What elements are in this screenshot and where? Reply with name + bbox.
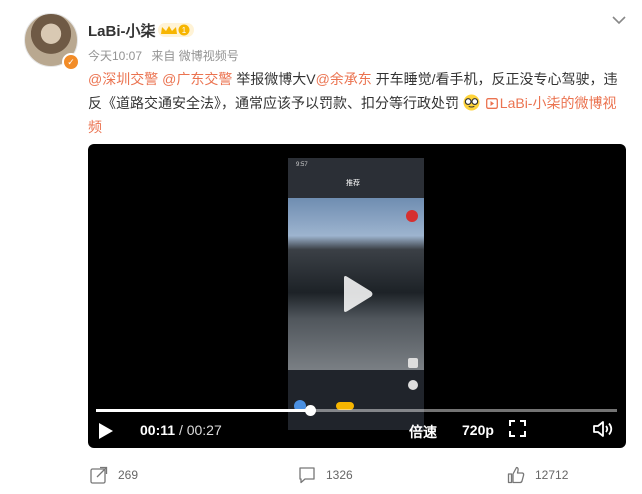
play-icon[interactable] <box>98 422 114 440</box>
progress-bar[interactable] <box>96 405 617 416</box>
post-time[interactable]: 今天10:07 <box>88 49 142 63</box>
thumbs-up-icon <box>507 466 525 484</box>
mention-link[interactable]: @余承东 <box>316 71 372 87</box>
verified-badge-icon: ✓ <box>62 53 80 71</box>
current-time: 00:11 <box>140 422 176 438</box>
quality-button[interactable]: 720p <box>462 422 494 438</box>
comment-icon <box>408 380 418 390</box>
comment-icon <box>299 467 315 484</box>
post-meta: 今天10:07 来自 微博视频号 <box>88 47 245 64</box>
share-button[interactable]: 269 <box>90 466 138 484</box>
phone-time: 9:57 <box>296 162 308 168</box>
share-icon <box>90 466 108 484</box>
comment-button[interactable]: 1326 <box>298 466 353 484</box>
like-count: 12712 <box>535 468 569 482</box>
progress-knob[interactable] <box>304 405 316 416</box>
speed-button[interactable]: 倍速 <box>409 422 437 442</box>
phone-tab: 推荐 <box>346 180 360 187</box>
post-text: 举报微博大V <box>232 71 316 87</box>
red-envelope-icon <box>406 210 418 222</box>
vip-crown-icon[interactable]: 1 <box>158 23 194 37</box>
author-name[interactable]: LaBi-小柒 <box>88 20 156 41</box>
share-count: 269 <box>118 468 139 482</box>
time-separator: / <box>178 422 183 438</box>
time-display: 00:11 / 00:27 <box>140 422 222 438</box>
mention-link[interactable]: @深圳交警 <box>88 71 158 87</box>
vip-level: 1 <box>182 26 187 35</box>
play-center-icon[interactable] <box>340 275 374 313</box>
chevron-down-icon[interactable] <box>611 13 627 27</box>
post-content: @深圳交警 @广东交警 举报微博大V@余承东 开车睡觉/看手机，反正没专心驾驶，… <box>88 67 624 139</box>
video-player[interactable]: 9:57 推荐 00:11 / 00:27 倍速 720p <box>88 144 626 448</box>
video-link-icon <box>485 98 498 109</box>
like-button[interactable]: 12712 <box>507 466 568 484</box>
glasses-emoji-icon <box>463 94 480 111</box>
volume-icon[interactable] <box>593 420 615 438</box>
duration: 00:27 <box>186 422 222 438</box>
post-source: 来自 微博视频号 <box>151 49 239 63</box>
comment-count: 1326 <box>326 468 353 482</box>
mention-link[interactable]: @广东交警 <box>162 71 232 87</box>
progress-fill <box>96 409 310 412</box>
thumb-icon <box>408 358 418 368</box>
fullscreen-icon[interactable] <box>509 420 526 437</box>
